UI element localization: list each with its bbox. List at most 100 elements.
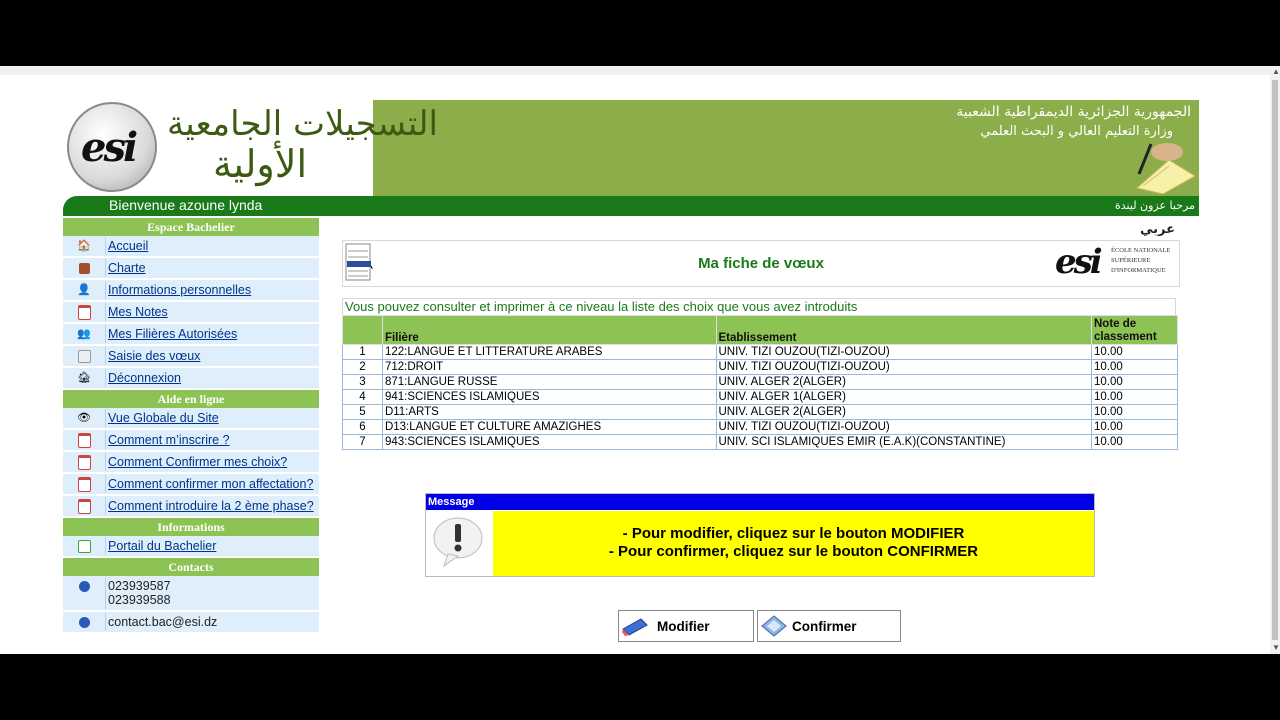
page-title: Ma fiche de vœux — [698, 255, 824, 272]
sidebar-item-deconnexion[interactable]: 🏚 Déconnexion — [63, 368, 319, 390]
row-note: 10.00 — [1091, 404, 1178, 420]
user-icon: 👤 — [77, 284, 91, 296]
row-etablissement: UNIV. ALGER 2(ALGER) — [715, 374, 1092, 390]
welcome-text-arabic: مرحبا عزون ليندة — [1115, 199, 1195, 212]
sidebar-item-vue-globale[interactable]: 👁 Vue Globale du Site — [63, 408, 319, 430]
row-filiere: 943:SCIENCES ISLAMIQUES — [381, 434, 717, 450]
confirm-diamond-icon — [761, 615, 787, 637]
sidebar-item-inscrire[interactable]: Comment m’inscrire ? — [63, 430, 319, 452]
contact-phone-2: 023939588 — [108, 593, 171, 607]
home-icon: 🏠 — [77, 240, 91, 252]
sidebar-item-deuxieme-phase[interactable]: Comment introduire la 2 ème phase? — [63, 496, 319, 518]
confirmer-button[interactable]: Confirmer — [757, 610, 901, 642]
section-aide-en-ligne: Aide en ligne — [63, 390, 319, 408]
row-note: 10.00 — [1091, 359, 1178, 375]
table-row: 6 D13:LANGUE ET CULTURE AMAZIGHES UNIV. TI… — [342, 419, 1178, 435]
table-row: 4 941:SCIENCES ISLAMIQUES UNIV. ALGER 1(AL… — [342, 389, 1178, 405]
row-rank: 1 — [342, 344, 383, 360]
eye-icon: 👁 — [77, 412, 91, 424]
row-filiere: D11:ARTS — [381, 404, 717, 420]
site-banner: esi التسجيلات الجامعية الأولية الجمهورية… — [63, 100, 1199, 196]
sidebar-item-label[interactable]: Portail du Bachelier — [105, 537, 319, 555]
sidebar-item-label[interactable]: Comment m’inscrire ? — [105, 431, 319, 449]
esi-logo: esi — [67, 102, 157, 192]
scroll-down-arrow-icon[interactable]: ▼ — [1272, 644, 1280, 652]
section-contacts: Contacts — [63, 558, 319, 576]
contact-phone-list: 023939587 023939588 — [105, 577, 319, 609]
sidebar-item-label[interactable]: Mes Notes — [105, 303, 319, 321]
row-etablissement: UNIV. ALGER 2(ALGER) — [715, 404, 1092, 420]
sidebar-item-label[interactable]: Déconnexion — [105, 369, 319, 387]
row-filiere: 871:LANGUE RUSSE — [381, 374, 717, 390]
info-message: Vous pouvez consulter et imprimer à ce n… — [342, 298, 1176, 316]
logo-caption-line: ÉCOLE NATIONALE — [1111, 247, 1171, 254]
scrollbar-thumb[interactable] — [1272, 80, 1278, 640]
info-icon — [63, 613, 105, 631]
fiche-header: Ma fiche de vœux esi ÉCOLE NATIONALE SUP… — [342, 240, 1180, 287]
row-filiere: 941:SCIENCES ISLAMIQUES — [381, 389, 717, 405]
briefcase-icon — [63, 259, 105, 277]
sidebar-item-confirmer-affectation[interactable]: Comment confirmer mon affectation? — [63, 474, 319, 496]
confirmer-button-label[interactable]: Confirmer — [792, 611, 857, 643]
republic-line: الجمهورية الجزائرية الديمقراطية الشعبية — [956, 104, 1191, 120]
info-icon — [63, 577, 105, 595]
sidebar-item-label[interactable]: Charte — [105, 259, 319, 277]
arabic-title-line1: التسجيلات الجامعية — [167, 104, 438, 144]
message-line-modifier: - Pour modifier, cliquez sur le bouton M… — [622, 525, 965, 542]
table-row: 3 871:LANGUE RUSSE UNIV. ALGER 2(ALGER) 10.… — [342, 374, 1178, 390]
logo-caption-line: SUPÉRIEURE — [1111, 257, 1151, 264]
row-filiere: 122:LANGUE ET LITTERATURE ARABES — [381, 344, 717, 360]
calendar-icon — [63, 303, 105, 321]
contact-email-text: contact.bac@esi.dz — [105, 613, 319, 631]
vertical-scrollbar[interactable]: ▲ ▼ — [1270, 66, 1280, 654]
message-line-confirmer: - Pour confirmer, cliquez sur le bouton … — [608, 543, 979, 560]
table-header-row: Filière Etablissement Note de classement — [342, 315, 1178, 345]
row-rank: 5 — [342, 404, 383, 420]
welcome-text: Bienvenue azoune lynda — [109, 197, 263, 213]
sidebar-item-informations[interactable]: 👤 Informations personnelles — [63, 280, 319, 302]
contact-phones: 023939587 023939588 — [63, 576, 319, 612]
sidebar-item-charte[interactable]: Charte — [63, 258, 319, 280]
row-etablissement: UNIV. ALGER 1(ALGER) — [715, 389, 1092, 405]
calendar-icon — [63, 431, 105, 449]
eraser-pencil-icon — [622, 618, 648, 636]
sidebar-item-label[interactable]: Mes Filières Autorisées — [105, 325, 319, 343]
modifier-button-label[interactable]: Modifier — [657, 611, 710, 643]
sidebar-item-label[interactable]: Informations personnelles — [105, 281, 319, 299]
arabic-language-link[interactable]: عربي — [1140, 222, 1175, 237]
section-informations: Informations — [63, 518, 319, 536]
esi-logo-text: esi — [81, 124, 138, 171]
house-exit-icon: 🏚 — [77, 372, 91, 384]
sidebar-item-notes[interactable]: Mes Notes — [63, 302, 319, 324]
column-header-rank — [342, 315, 383, 345]
sidebar-item-label[interactable]: Vue Globale du Site — [105, 409, 319, 427]
sidebar-item-label[interactable]: Comment confirmer mon affectation? — [105, 475, 319, 493]
welcome-bar: Bienvenue azoune lynda مرحبا عزون ليندة — [63, 196, 1199, 216]
sidebar-item-confirmer-choix[interactable]: Comment Confirmer mes choix? — [63, 452, 319, 474]
browser-bookmarks-strip — [0, 66, 1270, 75]
arabic-title-line2: الأولية — [213, 142, 307, 186]
logo-caption-line: D'INFORMATIQUE — [1111, 267, 1166, 274]
row-filiere: D13:LANGUE ET CULTURE AMAZIGHES — [381, 419, 717, 435]
sidebar-item-saisie[interactable]: Saisie des vœux — [63, 346, 319, 368]
modifier-button[interactable]: Modifier — [618, 610, 754, 642]
sidebar-item-filieres[interactable]: 👥 Mes Filières Autorisées — [63, 324, 319, 346]
sidebar: Espace Bachelier 🏠 Accueil Charte 👤 Inform… — [63, 218, 319, 654]
scroll-up-arrow-icon[interactable]: ▲ — [1272, 68, 1280, 76]
row-rank: 2 — [342, 359, 383, 375]
sidebar-item-portail[interactable]: Portail du Bachelier — [63, 536, 319, 558]
message-box: Message - Pour modifier, cliquez sur le … — [425, 493, 1095, 577]
sidebar-item-accueil[interactable]: 🏠 Accueil — [63, 236, 319, 258]
sidebar-item-label[interactable]: Comment introduire la 2 ème phase? — [105, 497, 319, 515]
exclamation-bubble-icon — [433, 517, 483, 568]
sidebar-item-label[interactable]: Comment Confirmer mes choix? — [105, 453, 319, 471]
notepad-icon — [63, 347, 105, 365]
row-note: 10.00 — [1091, 344, 1178, 360]
page: esi التسجيلات الجامعية الأولية الجمهورية… — [63, 100, 1199, 654]
users-icon: 👥 — [77, 328, 91, 340]
browser-viewport: esi التسجيلات الجامعية الأولية الجمهورية… — [0, 66, 1280, 654]
sidebar-item-label[interactable]: Accueil — [105, 237, 319, 255]
portal-icon — [63, 537, 105, 555]
row-rank: 4 — [342, 389, 383, 405]
sidebar-item-label[interactable]: Saisie des vœux — [105, 347, 319, 365]
